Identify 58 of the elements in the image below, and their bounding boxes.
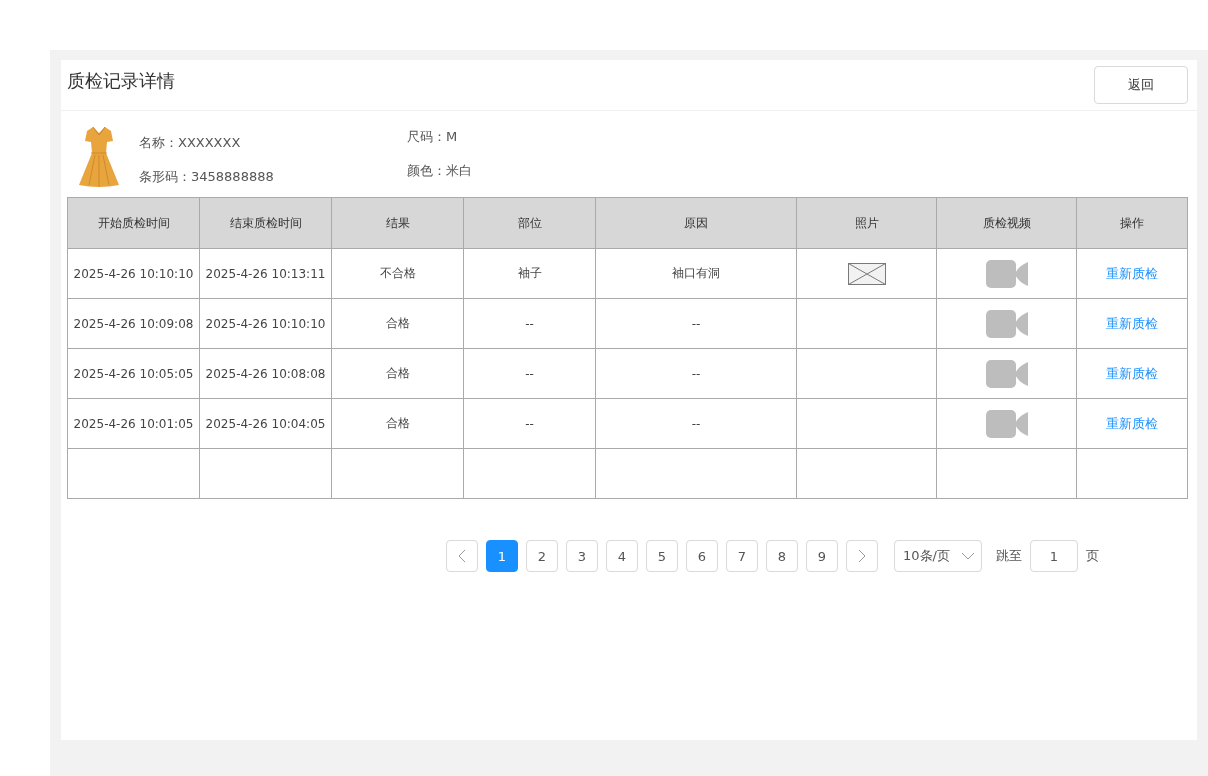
table-cell: 2025-4-26 10:01:05: [68, 399, 200, 449]
product-barcode: 条形码：3458888888: [139, 168, 275, 186]
column-header: 开始质检时间: [68, 198, 200, 249]
column-header: 结束质检时间: [200, 198, 332, 249]
image-placeholder-icon: [847, 262, 886, 285]
column-header: 结果: [332, 198, 464, 249]
column-header: 照片: [797, 198, 937, 249]
table-cell: 袖口有洞: [596, 249, 797, 299]
page-size-select[interactable]: 10条/页: [894, 540, 982, 572]
table-cell: 合格: [332, 349, 464, 399]
table-cell: --: [464, 299, 596, 349]
back-button[interactable]: 返回: [1094, 66, 1188, 104]
table-cell: 不合格: [332, 249, 464, 299]
page-button[interactable]: 8: [766, 540, 798, 572]
table-cell: 2025-4-26 10:10:10: [68, 249, 200, 299]
video-camera-icon[interactable]: [985, 259, 1028, 288]
next-page-button[interactable]: [846, 540, 878, 572]
table-cell: 2025-4-26 10:08:08: [200, 349, 332, 399]
chevron-down-icon: [961, 552, 975, 560]
table-cell: 合格: [332, 399, 464, 449]
page-button[interactable]: 9: [806, 540, 838, 572]
video-camera-icon[interactable]: [985, 359, 1028, 388]
page-unit: 页: [1086, 547, 1099, 565]
table-cell: 袖子: [464, 249, 596, 299]
page-title: 质检记录详情: [67, 69, 175, 93]
chevron-right-icon: [858, 549, 866, 563]
column-header: 质检视频: [937, 198, 1077, 249]
column-header: 部位: [464, 198, 596, 249]
table-cell: --: [596, 349, 797, 399]
product-size: 尺码：M: [407, 128, 459, 146]
video-camera-icon[interactable]: [985, 409, 1028, 438]
page-button[interactable]: 5: [646, 540, 678, 572]
previous-page-button[interactable]: [446, 540, 478, 572]
table-cell: 2025-4-26 10:05:05: [68, 349, 200, 399]
table-cell: --: [596, 399, 797, 449]
column-header: 原因: [596, 198, 797, 249]
column-header: 操作: [1077, 198, 1188, 249]
jump-label: 跳至: [996, 547, 1022, 565]
page-button[interactable]: 4: [606, 540, 638, 572]
page-button[interactable]: 2: [526, 540, 558, 572]
dress-image: [77, 125, 121, 189]
page-button[interactable]: 7: [726, 540, 758, 572]
table-cell: 2025-4-26 10:13:11: [200, 249, 332, 299]
product-name: 名称：XXXXXXX: [139, 134, 242, 152]
jump-page-input[interactable]: 1: [1030, 540, 1078, 572]
table-cell: --: [464, 399, 596, 449]
table-cell: 2025-4-26 10:09:08: [68, 299, 200, 349]
page-size-value: 10条/页: [903, 547, 950, 565]
table-cell: 2025-4-26 10:10:10: [200, 299, 332, 349]
page-button[interactable]: 3: [566, 540, 598, 572]
table-cell: --: [464, 349, 596, 399]
table-cell: 2025-4-26 10:04:05: [200, 399, 332, 449]
video-camera-icon[interactable]: [985, 309, 1028, 338]
product-color: 颜色：米白: [407, 162, 472, 180]
table-cell: --: [596, 299, 797, 349]
page-button[interactable]: 6: [686, 540, 718, 572]
chevron-left-icon: [458, 549, 466, 563]
table-cell: 合格: [332, 299, 464, 349]
